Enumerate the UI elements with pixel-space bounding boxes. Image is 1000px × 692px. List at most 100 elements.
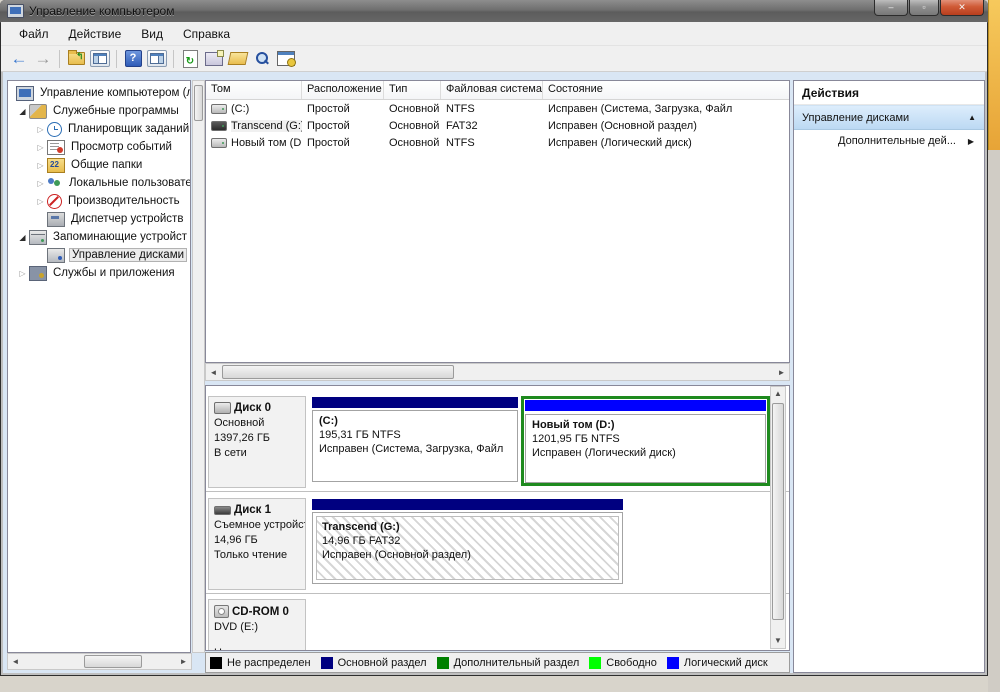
column-header-layout[interactable]: Расположение — [302, 81, 384, 99]
tree-item-local-users[interactable]: Локальные пользовате — [8, 174, 190, 192]
tree-item-storage[interactable]: Запоминающие устройст — [8, 228, 190, 246]
close-button[interactable]: ✕ — [940, 0, 984, 16]
disk-icon — [214, 402, 231, 414]
scroll-right-arrow[interactable]: ► — [774, 364, 789, 380]
help-icon: ? — [125, 50, 142, 67]
disk-0-label[interactable]: Диск 0 Основной 1397,26 ГБ В сети — [208, 396, 306, 488]
menu-bar: Файл Действие Вид Справка — [1, 22, 987, 46]
app-icon — [7, 4, 24, 18]
actions-more-item[interactable]: Дополнительные дей... ▶ — [794, 130, 984, 152]
volume-row-c[interactable]: (C:) Простой Основной NTFS Исправен (Сис… — [206, 100, 789, 117]
cdrom-0-row: CD-ROM 0 DVD (E:) Нет носителя — [206, 599, 789, 651]
scroll-left-arrow[interactable]: ◄ — [8, 654, 23, 669]
tree-item-disk-management[interactable]: Управление дисками — [8, 246, 190, 264]
volume-row-transcend[interactable]: Transcend (G:) Простой Основной FAT32 Ис… — [206, 117, 789, 134]
toolbar-separator — [59, 50, 60, 68]
toolbar-separator — [173, 50, 174, 68]
open-folder-button[interactable] — [226, 48, 250, 70]
tree-item-device-manager[interactable]: Диспетчер устройств — [8, 210, 190, 228]
legend-swatch-extended — [437, 657, 449, 669]
column-header-filesystem[interactable]: Файловая система — [441, 81, 543, 99]
column-header-type[interactable]: Тип — [384, 81, 441, 99]
help-button[interactable]: ? — [121, 48, 145, 70]
volume-list: Том Расположение Тип Файловая система Со… — [205, 80, 790, 363]
disk-management-icon — [47, 248, 65, 263]
volume-row-d[interactable]: Новый том (D:) Простой Основной NTFS Исп… — [206, 134, 789, 151]
console-settings-icon — [277, 51, 295, 66]
show-console-tree-button[interactable] — [88, 48, 112, 70]
collapse-icon[interactable]: ▲ — [968, 113, 976, 122]
storage-devices-icon — [29, 230, 47, 245]
tree-expander-collapsed[interactable] — [34, 141, 47, 153]
tree-vertical-scrollbar[interactable] — [192, 80, 205, 653]
legend-item: Основной раздел — [321, 657, 427, 669]
partition-d-selected[interactable]: Новый том (D:) 1201,95 ГБ NTFS Исправен … — [521, 396, 770, 486]
toolbar: ← → ↰ ? ↻ — [1, 46, 987, 72]
tree-item-services[interactable]: Службы и приложения — [8, 264, 190, 282]
disk-graphical-view: Диск 0 Основной 1397,26 ГБ В сети (C:) 1… — [205, 385, 790, 651]
computer-management-window: Управление компьютером – ▫ ✕ Файл Действ… — [0, 0, 988, 676]
forward-button[interactable]: → — [31, 48, 55, 70]
menu-action[interactable]: Действие — [59, 24, 132, 44]
actions-group-disk-management[interactable]: Управление дисками ▲ — [794, 105, 984, 130]
volume-list-horizontal-scrollbar[interactable]: ◄ ► — [205, 363, 790, 381]
menu-view[interactable]: Вид — [131, 24, 173, 44]
tree-item-task-scheduler[interactable]: Планировщик заданий — [8, 120, 190, 138]
back-icon: ← — [11, 50, 28, 67]
tree-expander-expanded[interactable] — [16, 231, 29, 243]
tree-expander-collapsed[interactable] — [34, 159, 47, 171]
tree-horizontal-scrollbar[interactable]: ◄ ► — [7, 653, 192, 670]
tree-item-shared-folders[interactable]: Общие папки — [8, 156, 190, 174]
scroll-down-arrow[interactable]: ▼ — [771, 634, 785, 648]
shared-folders-icon — [47, 158, 65, 173]
show-action-pane-button[interactable] — [145, 48, 169, 70]
menu-help[interactable]: Справка — [173, 24, 240, 44]
actions-pane-title: Действия — [794, 81, 984, 105]
maximize-button[interactable]: ▫ — [909, 0, 939, 16]
column-header-status[interactable]: Состояние — [543, 81, 789, 99]
column-header-volume[interactable]: Том — [206, 81, 302, 99]
partition-c[interactable]: (C:) 195,31 ГБ NTFS Исправен (Система, З… — [311, 396, 519, 482]
tree-expander-collapsed[interactable] — [34, 123, 47, 135]
services-icon — [29, 266, 47, 281]
row-separator — [206, 593, 789, 594]
legend-swatch-unallocated — [210, 657, 222, 669]
tree-item-event-viewer[interactable]: Просмотр событий — [8, 138, 190, 156]
graph-vertical-scrollbar[interactable]: ▲ ▼ — [770, 386, 786, 649]
scroll-left-arrow[interactable]: ◄ — [206, 364, 221, 380]
legend-item: Свободно — [589, 657, 657, 669]
show-console-tree-icon — [90, 50, 110, 67]
console-tree: Управление компьютером (л Служебные прог… — [7, 80, 191, 653]
find-button[interactable] — [250, 48, 274, 70]
submenu-arrow-icon: ▶ — [968, 137, 974, 146]
legend-swatch-free — [589, 657, 601, 669]
tree-expander-collapsed[interactable] — [16, 267, 29, 279]
tree-item-computer-management[interactable]: Управление компьютером (л — [8, 84, 190, 102]
scrollbar-thumb[interactable] — [222, 365, 454, 379]
local-users-icon — [47, 177, 63, 190]
scrollbar-thumb[interactable] — [194, 85, 203, 121]
up-folder-button[interactable]: ↰ — [64, 48, 88, 70]
partition-g-selected[interactable]: Transcend (G:) 14,96 ГБ FAT32 Исправен (… — [311, 498, 624, 584]
tree-expander-collapsed[interactable] — [34, 177, 47, 189]
cdrom-0-label[interactable]: CD-ROM 0 DVD (E:) Нет носителя — [208, 599, 306, 651]
scrollbar-thumb[interactable] — [772, 403, 784, 620]
refresh-button[interactable]: ↻ — [178, 48, 202, 70]
back-button[interactable]: ← — [7, 48, 31, 70]
minimize-button[interactable]: – — [874, 0, 908, 16]
tree-expander-expanded[interactable] — [16, 105, 29, 117]
scroll-right-arrow[interactable]: ► — [176, 654, 191, 669]
disk-1-label[interactable]: Диск 1 Съемное устройство 14,96 ГБ Тольк… — [208, 498, 306, 590]
disk-1-row: Диск 1 Съемное устройство 14,96 ГБ Тольк… — [206, 498, 789, 590]
menu-file[interactable]: Файл — [9, 24, 59, 44]
volume-icon — [211, 104, 227, 114]
scroll-up-arrow[interactable]: ▲ — [771, 387, 785, 401]
properties-button[interactable] — [202, 48, 226, 70]
tree-expander-collapsed[interactable] — [34, 195, 47, 207]
tree-item-performance[interactable]: Производительность — [8, 192, 190, 210]
console-settings-button[interactable] — [274, 48, 298, 70]
title-bar[interactable]: Управление компьютером – ▫ ✕ — [0, 0, 988, 23]
removable-disk-icon — [214, 506, 231, 515]
tree-item-system-tools[interactable]: Служебные программы — [8, 102, 190, 120]
scrollbar-thumb[interactable] — [84, 655, 142, 668]
